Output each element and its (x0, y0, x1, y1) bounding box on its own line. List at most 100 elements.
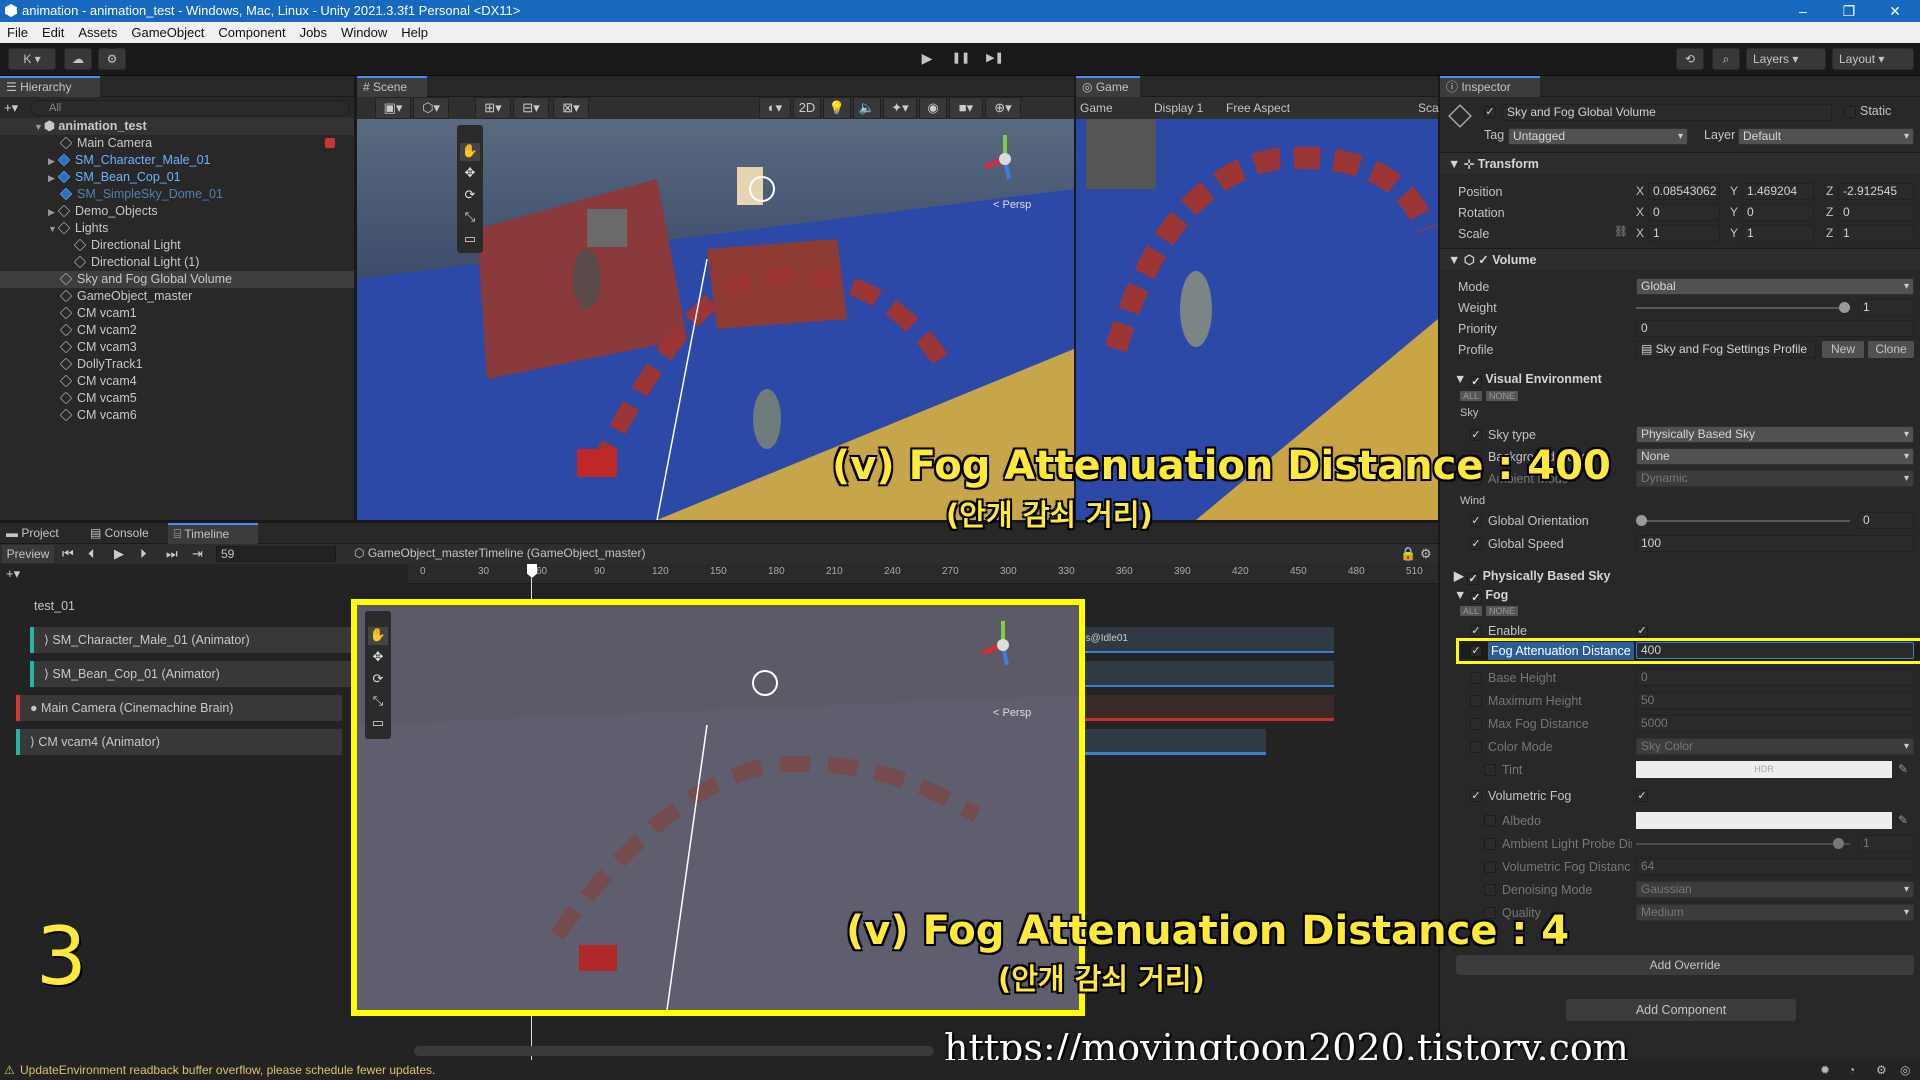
max-height-field[interactable]: 50 (1636, 692, 1914, 709)
hierarchy-item[interactable]: ▶ SM_Bean_Cop_01 (0, 169, 354, 186)
hierarchy-search-input[interactable]: All (30, 100, 350, 116)
scale-z-field[interactable]: 1 (1838, 225, 1914, 242)
scale-y-field[interactable]: 1 (1742, 225, 1814, 242)
effects-icon[interactable]: ✦▾ (883, 97, 917, 119)
render-dropdown[interactable]: ⬡▾ (413, 97, 449, 119)
hierarchy-item[interactable]: SM_SimpleSky_Dome_01 (0, 186, 354, 203)
vol-dist-override-checkbox[interactable] (1484, 861, 1496, 873)
position-x-field[interactable]: 0.08543062 (1648, 183, 1720, 200)
cloud-icon[interactable]: ☁ (64, 48, 92, 70)
preview-button[interactable]: Preview (2, 545, 54, 563)
rect-tool-icon[interactable]: ▭ (460, 231, 480, 249)
track-row[interactable]: ⟩ SM_Bean_Cop_01 (Animator) (30, 661, 356, 687)
visual-environment-header[interactable]: ▼ ✓ Visual Environment (1454, 369, 1914, 389)
scale-tool-icon[interactable]: ⤡ (460, 209, 480, 227)
collab-status-icon[interactable]: ◎ (1900, 1060, 1910, 1080)
track-row[interactable]: ⟩ SM_Character_Male_01 (Animator) (30, 627, 356, 653)
add-component-button[interactable]: Add Component (1566, 999, 1796, 1021)
step-button[interactable]: ▶❚ (980, 48, 1010, 70)
fog-atten-override-checkbox[interactable]: ✓ (1470, 645, 1482, 657)
hierarchy-item[interactable]: CM vcam2 (0, 322, 354, 339)
fog-enable-checkbox[interactable]: ✓ (1636, 625, 1648, 637)
max-dist-field[interactable]: 5000 (1636, 715, 1914, 732)
grid-snap-button[interactable]: ⊞▾ (475, 97, 511, 119)
orientation-slider-knob[interactable] (1636, 515, 1647, 526)
denoise-override-checkbox[interactable] (1484, 884, 1496, 896)
menu-edit[interactable]: Edit (35, 22, 71, 42)
track-group-label[interactable]: test_01 (34, 599, 75, 613)
collab-icon[interactable]: ⚙ (98, 48, 126, 70)
camera-settings-icon[interactable]: ■▾ (949, 97, 983, 119)
hand-tool-icon[interactable]: ✋ (460, 143, 480, 161)
lighting-toggle[interactable]: ◐▾ (759, 97, 791, 119)
increment-snap-button[interactable]: ⊟▾ (513, 97, 549, 119)
vol-dist-field[interactable]: 64 (1636, 858, 1914, 875)
tab-project[interactable]: ▬ Project (0, 523, 80, 544)
volumetric-override-checkbox[interactable]: ✓ (1470, 790, 1482, 802)
hierarchy-item[interactable]: Main Camera (0, 135, 354, 152)
profile-field[interactable]: ▤ Sky and Fog Settings Profile (1636, 341, 1816, 358)
search-icon[interactable]: ⌕ (1712, 48, 1740, 70)
active-checkbox[interactable]: ✓ (1484, 106, 1496, 118)
base-height-field[interactable]: 0 (1636, 669, 1914, 686)
status-message[interactable]: UpdateEnvironment readback buffer overfl… (20, 1060, 435, 1080)
hidden-objects-icon[interactable]: ◉ (919, 97, 947, 119)
orientation-slider-track[interactable] (1636, 515, 1850, 526)
ambient-dropdown[interactable]: Dynamic (1636, 470, 1914, 487)
probe-dimmer-slider-knob[interactable] (1832, 838, 1844, 849)
play-timeline-icon[interactable]: ▶ (114, 546, 124, 562)
game-display-mode[interactable]: Game (1080, 97, 1113, 119)
align-button[interactable]: ⊠▾ (553, 97, 589, 119)
display-dropdown[interactable]: Display 1 (1154, 97, 1203, 119)
fog-all-button[interactable]: ALL (1460, 606, 1483, 616)
rotation-z-field[interactable]: 0 (1838, 204, 1914, 221)
scale-label[interactable]: Sca (1418, 97, 1439, 119)
hierarchy-item[interactable]: ▶ SM_Character_Male_01 (0, 152, 354, 169)
bug-icon[interactable]: ✹ (1820, 1060, 1830, 1080)
clone-profile-button[interactable]: Clone (1868, 341, 1914, 358)
speed-field[interactable]: 100 (1636, 535, 1914, 552)
eyedropper-icon[interactable]: ✎ (1898, 762, 1908, 776)
tab-scene[interactable]: # Scene (357, 76, 427, 97)
denoise-dropdown[interactable]: Gaussian (1636, 881, 1914, 898)
orientation-field[interactable]: 0 (1858, 512, 1914, 529)
first-frame-icon[interactable]: ⏮ (62, 546, 74, 562)
tag-dropdown[interactable]: Untagged (1508, 128, 1688, 145)
toggle-2d-button[interactable]: 2D (793, 97, 821, 119)
albedo-override-checkbox[interactable] (1484, 815, 1496, 827)
fog-atten-field[interactable]: 400 (1636, 642, 1914, 659)
volume-header[interactable]: ▼ ⬡ ✓ Volume (1440, 248, 1920, 270)
menu-help[interactable]: Help (394, 22, 435, 42)
tab-hierarchy[interactable]: ☰ Hierarchy (0, 76, 100, 97)
tint-override-checkbox[interactable] (1484, 764, 1496, 776)
mode-dropdown[interactable]: Global (1636, 278, 1914, 295)
albedo-color-field[interactable] (1636, 812, 1892, 829)
link-icon[interactable]: ⛓ (1614, 225, 1628, 238)
layer-dropdown[interactable]: Default (1738, 128, 1914, 145)
volumetric-checkbox[interactable]: ✓ (1636, 790, 1648, 802)
timeline-settings-icon[interactable]: ⚙ (1420, 546, 1432, 562)
hierarchy-item[interactable]: GameObject_master (0, 288, 354, 305)
draw-mode-dropdown[interactable]: ▣▾ (375, 97, 411, 119)
hierarchy-item[interactable]: CM vcam3 (0, 339, 354, 356)
audio-icon[interactable]: 🔈 (853, 97, 881, 119)
loop-icon[interactable]: ⇥ (192, 546, 203, 562)
probe-dimmer-override-checkbox[interactable] (1484, 838, 1496, 850)
hierarchy-item[interactable]: DollyTrack1 (0, 356, 354, 373)
orientation-override-checkbox[interactable]: ✓ (1470, 515, 1482, 527)
timeline-ruler[interactable]: 0 30 60 90 120 150 180 210 240 270 300 3… (408, 564, 1438, 584)
pause-button[interactable]: ❚❚ (946, 48, 976, 70)
bg-clouds-dropdown[interactable]: None (1636, 448, 1914, 465)
sky-type-override-checkbox[interactable]: ✓ (1470, 429, 1482, 441)
scale-x-field[interactable]: 1 (1648, 225, 1720, 242)
create-button[interactable]: +▾ (4, 100, 24, 116)
static-checkbox[interactable] (1844, 106, 1856, 118)
hierarchy-item[interactable]: CM vcam1 (0, 305, 354, 322)
prev-frame-icon[interactable]: ⏴ (88, 546, 95, 562)
add-track-button[interactable]: +▾ (6, 566, 20, 582)
play-button[interactable]: ▶ (912, 48, 942, 70)
priority-field[interactable]: 0 (1636, 320, 1914, 337)
probe-dimmer-slider-track[interactable] (1636, 838, 1850, 849)
tab-inspector[interactable]: ⓘ Inspector (1440, 76, 1540, 97)
weight-slider-knob[interactable] (1839, 302, 1850, 313)
